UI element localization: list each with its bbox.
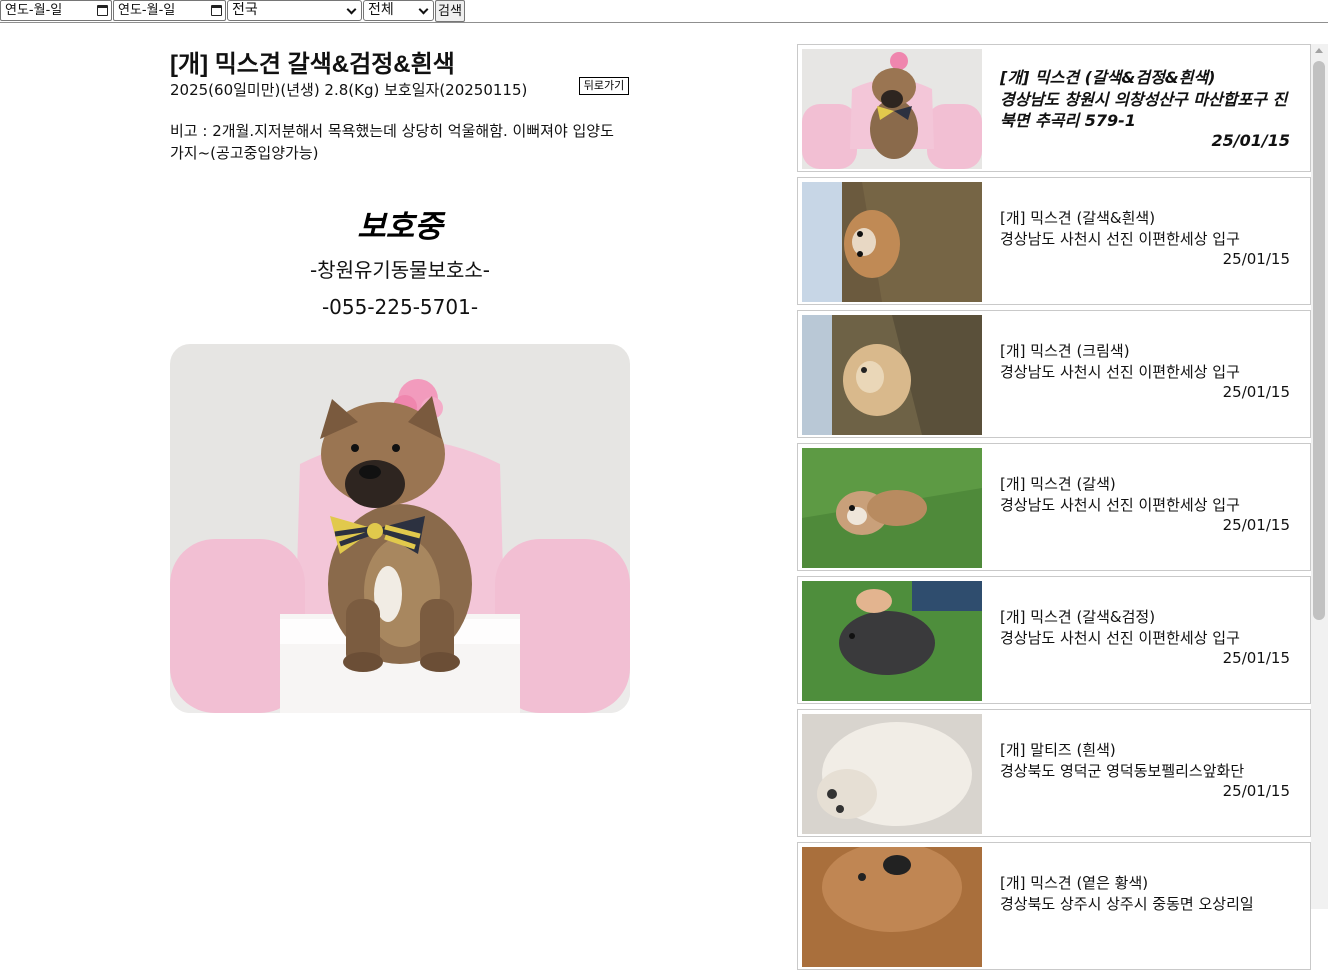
list-item-info: [개] 믹스견 (갈색&검정) 경상남도 사천시 선진 이편한세상 입구 [1000, 607, 1300, 649]
end-date-placeholder: 연도-월-일 [118, 3, 176, 18]
list-item[interactable]: [개] 믹스견 (갈색&흰색) 경상남도 사천시 선진 이편한세상 입구 25/… [797, 177, 1311, 305]
list-item-address: 경상북도 상주시 상주시 중동면 오상리일 [1000, 895, 1254, 913]
list-item-date: 25/01/15 [1222, 516, 1290, 534]
list-item-address: 경상남도 창원시 의창성산구 마산합포구 진북면 추곡리 579-1 [1000, 89, 1288, 131]
thumbnail-image [802, 315, 982, 435]
status-label: 보호중 [357, 209, 443, 245]
list-item[interactable]: [개] 말티즈 (흰색) 경상북도 영덕군 영덕동보펠리스앞화단 25/01/1… [797, 709, 1311, 837]
thumbnail-image [802, 581, 982, 701]
list-item[interactable]: [개] 믹스견 (크림색) 경상남도 사천시 선진 이편한세상 입구 25/01… [797, 310, 1311, 438]
start-date-input[interactable]: 연도-월-일 [0, 0, 112, 21]
region-select-value: 전국 [232, 2, 258, 18]
list-item-address: 경상남도 사천시 선진 이편한세상 입구 [1000, 629, 1240, 647]
shelter-name: -창원유기동물보호소- [309, 258, 491, 282]
search-button[interactable]: 검색 [435, 0, 465, 22]
list-item-date: 25/01/15 [1222, 649, 1290, 667]
list-item[interactable]: [개] 믹스견 (옅은 황색) 경상북도 상주시 상주시 중동면 오상리일 [797, 842, 1311, 970]
list-item[interactable]: [개] 믹스견 (갈색) 경상남도 사천시 선진 이편한세상 입구 25/01/… [797, 443, 1311, 571]
animal-note: 비고 : 2개월.지저분해서 목욕했는데 상당히 억울해함. 이뻐져야 입양도 … [170, 122, 614, 162]
list-item[interactable]: [개] 믹스견 (갈색&검정&흰색) 경상남도 창원시 의창성산구 마산합포구 … [797, 44, 1311, 172]
thumbnail-image [802, 49, 982, 169]
list-item-kind: [개] 믹스견 (갈색&흰색) [1000, 209, 1156, 227]
list-item-date: 25/01/15 [1222, 250, 1290, 268]
animal-meta: 2025(60일미만)(년생) 2.8(Kg) 보호일자(20250115) [170, 81, 528, 99]
list-item-address: 경상남도 사천시 선진 이편한세상 입구 [1000, 363, 1240, 381]
back-button[interactable]: 뒤로가기 [579, 77, 629, 95]
list-item-info: [개] 믹스견 (갈색&흰색) 경상남도 사천시 선진 이편한세상 입구 [1000, 208, 1300, 250]
list-item-date: 25/01/15 [1222, 782, 1290, 800]
thumbnail-image [802, 182, 982, 302]
animal-photo [170, 344, 630, 713]
puppy-photo-image [170, 344, 630, 713]
thumbnail-image [802, 847, 982, 967]
list-item-date: 25/01/15 [1222, 383, 1290, 401]
list-item-info: [개] 믹스견 (갈색&검정&흰색) 경상남도 창원시 의창성산구 마산합포구 … [1000, 67, 1300, 132]
shelter-phone: -055-225-5701- [321, 295, 479, 319]
filter-bar: 연도-월-일 연도-월-일 전국 전체 검색 [0, 0, 1328, 23]
type-select[interactable]: 전체 [363, 0, 434, 21]
list-item-address: 경상남도 사천시 선진 이편한세상 입구 [1000, 496, 1240, 514]
list-item[interactable]: [개] 믹스견 (갈색&검정) 경상남도 사천시 선진 이편한세상 입구 25/… [797, 576, 1311, 704]
chevron-down-icon [346, 4, 357, 15]
list-item-date: 25/01/15 [1211, 131, 1290, 150]
list-item-kind: [개] 믹스견 (옅은 황색) [1000, 874, 1149, 892]
list-item-kind: [개] 믹스견 (갈색&검정&흰색) [1000, 68, 1216, 87]
scrollbar[interactable] [1311, 44, 1328, 909]
calendar-icon[interactable] [97, 5, 108, 16]
animal-title: [개] 믹스견 갈색&검정&흰색 [170, 51, 455, 78]
list-item-address: 경상북도 영덕군 영덕동보펠리스앞화단 [1000, 762, 1245, 780]
list-item-kind: [개] 믹스견 (크림색) [1000, 342, 1130, 360]
thumbnail-image [802, 714, 982, 834]
list-item-info: [개] 믹스견 (갈색) 경상남도 사천시 선진 이편한세상 입구 [1000, 474, 1300, 516]
start-date-placeholder: 연도-월-일 [5, 3, 63, 18]
type-select-value: 전체 [368, 2, 394, 18]
calendar-icon[interactable] [211, 5, 222, 16]
end-date-input[interactable]: 연도-월-일 [113, 0, 226, 21]
list-item-address: 경상남도 사천시 선진 이편한세상 입구 [1000, 230, 1240, 248]
list-item-kind: [개] 말티즈 (흰색) [1000, 741, 1116, 759]
scrollbar-thumb[interactable] [1313, 61, 1325, 620]
chevron-down-icon [418, 4, 429, 15]
scroll-up-arrow-icon[interactable] [1315, 48, 1323, 53]
list-item-info: [개] 말티즈 (흰색) 경상북도 영덕군 영덕동보펠리스앞화단 [1000, 740, 1300, 782]
region-select[interactable]: 전국 [227, 0, 362, 21]
thumbnail-image [802, 448, 982, 568]
list-item-kind: [개] 믹스견 (갈색&검정) [1000, 608, 1156, 626]
list-item-info: [개] 믹스견 (크림색) 경상남도 사천시 선진 이편한세상 입구 [1000, 341, 1300, 383]
list-item-kind: [개] 믹스견 (갈색) [1000, 475, 1116, 493]
